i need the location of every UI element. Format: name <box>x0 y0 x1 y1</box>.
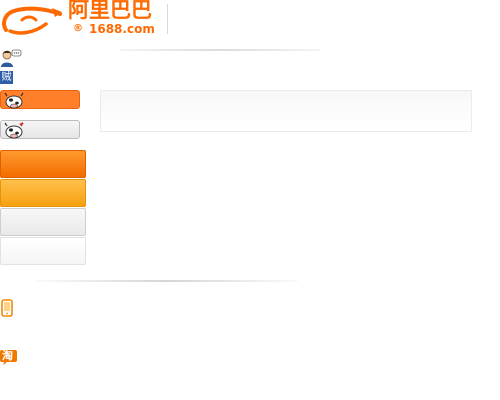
cow-mascot-icon <box>4 92 24 109</box>
chinese-char-icon[interactable]: 贼 <box>0 71 13 84</box>
lower-divider <box>36 280 298 282</box>
cow-mascot-icon <box>4 122 24 139</box>
content-panel <box>100 90 472 132</box>
button-orange[interactable] <box>0 150 86 178</box>
mobile-phone-icon[interactable] <box>1 299 13 317</box>
button-yellow[interactable] <box>0 179 86 207</box>
tab-secondary[interactable] <box>0 120 80 139</box>
alibaba-smile-logo-icon <box>2 6 62 35</box>
user-chat-icon[interactable] <box>0 49 22 67</box>
tab-primary[interactable] <box>0 90 80 109</box>
logo-chinese-name: 阿里巴巴 <box>68 0 152 22</box>
page: 阿里巴巴 ® 1688.com 贼 淘 <box>0 0 500 400</box>
taobao-glyph: 淘 <box>2 349 13 362</box>
button-light[interactable] <box>0 237 86 265</box>
taobao-icon[interactable]: 淘 <box>0 349 17 366</box>
button-gray[interactable] <box>0 208 86 236</box>
logo-registered-mark: ® <box>73 23 83 34</box>
logo-domain: 1688.com <box>89 22 155 36</box>
top-divider <box>120 49 320 51</box>
alibaba-logo[interactable]: 阿里巴巴 ® 1688.com <box>0 0 170 40</box>
logo-separator <box>163 4 168 34</box>
